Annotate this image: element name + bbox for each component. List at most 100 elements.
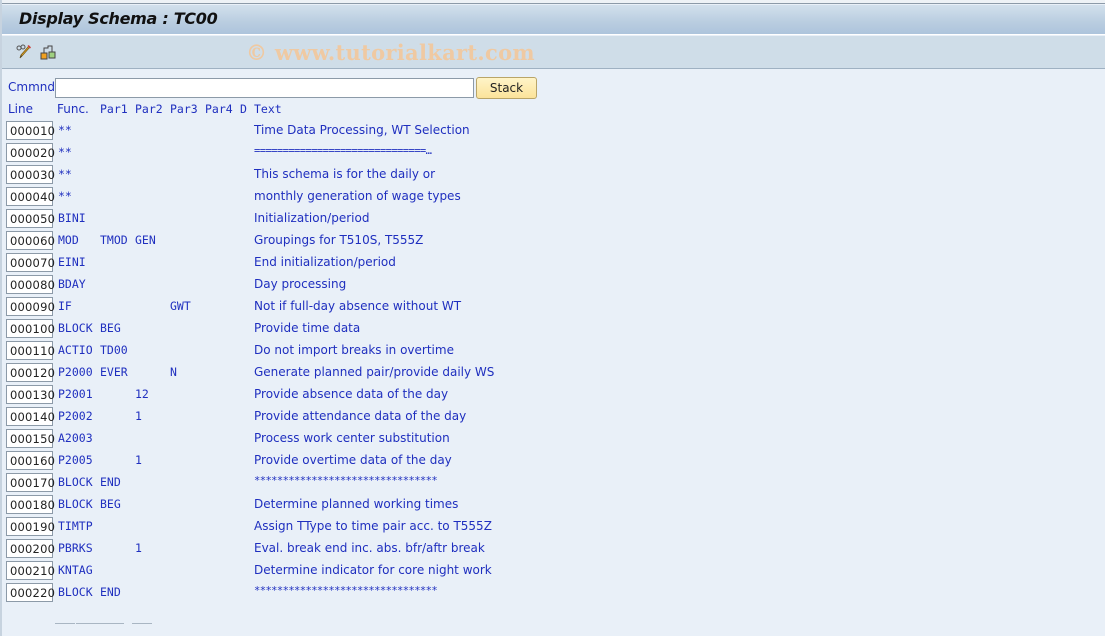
column-header-par2: Par2 xyxy=(135,102,163,116)
command-input[interactable] xyxy=(55,78,474,98)
cell-text: ==============================… xyxy=(254,145,432,157)
column-header-line: Line xyxy=(8,102,34,116)
line-number-field[interactable]: 000190 xyxy=(6,517,55,536)
line-number-field[interactable]: 000090 xyxy=(6,297,55,316)
cell-func: A2003 xyxy=(58,431,93,445)
line-number-field[interactable]: 000100 xyxy=(6,319,55,338)
line-number-field[interactable]: 000160 xyxy=(6,451,55,470)
line-number-field[interactable]: 000010 xyxy=(6,121,55,140)
line-number-field[interactable]: 000130 xyxy=(6,385,55,404)
page-title: Display Schema : TC00 xyxy=(19,9,218,28)
line-number-field[interactable]: 000110 xyxy=(6,341,55,360)
table-row: 000020 ** ==============================… xyxy=(0,143,600,163)
line-number-field[interactable]: 000020 xyxy=(6,143,55,162)
footer-divider xyxy=(76,623,124,624)
table-row: 000100 BLOCK BEG Provide time data xyxy=(0,319,600,339)
table-row: 000200 PBRKS 1 Eval. break end inc. abs. bf… xyxy=(0,539,600,559)
cell-text: Time Data Processing, WT Selection xyxy=(254,123,470,137)
line-number-field[interactable]: 000120 xyxy=(6,363,55,382)
cell-text: Provide overtime data of the day xyxy=(254,453,452,467)
table-row: 000170 BLOCK END **************************… xyxy=(0,473,600,493)
cell-func: EINI xyxy=(58,255,86,269)
table-row: 000070 EINI End initialization/period xyxy=(0,253,600,273)
table-row: 000080 BDAY Day processing xyxy=(0,275,600,295)
line-number-field[interactable]: 000220 xyxy=(6,583,55,602)
table-row: 000030 ** This schema is for the daily or xyxy=(0,165,600,185)
cell-func: BLOCK xyxy=(58,321,93,335)
cell-par1: BEG xyxy=(100,321,121,335)
cell-text: Do not import breaks in overtime xyxy=(254,343,454,357)
table-row: 000040 ** monthly generation of wage types xyxy=(0,187,600,207)
cell-par1: EVER xyxy=(100,365,128,379)
cell-text: ******************************** xyxy=(254,585,438,597)
cell-text: End initialization/period xyxy=(254,255,396,269)
line-number-field[interactable]: 000170 xyxy=(6,473,55,492)
table-row: 000050 BINI Initialization/period xyxy=(0,209,600,229)
cell-text: Groupings for T510S, T555Z xyxy=(254,233,424,247)
cell-func: P2000 xyxy=(58,365,93,379)
cell-par3: GWT xyxy=(170,299,191,313)
cell-text: monthly generation of wage types xyxy=(254,189,461,203)
cell-text: Initialization/period xyxy=(254,211,370,225)
pencil-glasses-icon xyxy=(16,44,32,59)
cell-func: ACTIO xyxy=(58,343,93,357)
column-header-func: Func. xyxy=(57,102,89,116)
window-top-border xyxy=(0,0,1105,4)
cell-text: Provide time data xyxy=(254,321,361,335)
line-number-field[interactable]: 000140 xyxy=(6,407,55,426)
title-bar: Display Schema : TC00 xyxy=(2,5,1105,35)
cell-par1: TMOD xyxy=(100,233,128,247)
cell-text: Determine planned working times xyxy=(254,497,459,511)
application-toolbar xyxy=(2,36,1105,69)
column-header-par1: Par1 xyxy=(100,102,128,116)
cell-func: BDAY xyxy=(58,277,86,291)
line-number-field[interactable]: 000080 xyxy=(6,275,55,294)
cell-text: Provide absence data of the day xyxy=(254,387,449,401)
cell-text: Generate planned pair/provide daily WS xyxy=(254,365,495,379)
cell-func: ** xyxy=(58,145,72,159)
table-row: 000180 BLOCK BEG Determine planned working … xyxy=(0,495,600,515)
cell-text: Provide attendance data of the day xyxy=(254,409,467,423)
column-header-text: Text xyxy=(254,102,282,116)
table-row: 000190 TIMTP Assign TType to time pair acc… xyxy=(0,517,600,537)
cell-text: This schema is for the daily or xyxy=(254,167,436,181)
cell-par2: 1 xyxy=(135,541,142,555)
line-number-field[interactable]: 000030 xyxy=(6,165,55,184)
cell-func: BLOCK xyxy=(58,475,93,489)
table-row: 000140 P2002 1 Provide attendance data of t… xyxy=(0,407,600,427)
cell-func: ** xyxy=(58,167,72,181)
cell-func: PBRKS xyxy=(58,541,93,555)
cell-func: P2001 xyxy=(58,387,93,401)
table-row: 000130 P2001 12 Provide absence data of the… xyxy=(0,385,600,405)
column-header-par4: Par4 xyxy=(205,102,233,116)
cell-par3: N xyxy=(170,365,177,379)
cell-par2: 12 xyxy=(135,387,149,401)
cell-par2: GEN xyxy=(135,233,156,247)
line-number-field[interactable]: 000050 xyxy=(6,209,55,228)
cell-par1: END xyxy=(100,475,121,489)
footer-divider xyxy=(55,623,75,624)
line-number-field[interactable]: 000040 xyxy=(6,187,55,206)
cell-par1: TD00 xyxy=(100,343,128,357)
change-display-button[interactable] xyxy=(14,42,34,62)
table-row: 000220 BLOCK END **************************… xyxy=(0,583,600,603)
line-number-field[interactable]: 000200 xyxy=(6,539,55,558)
cell-func: P2002 xyxy=(58,409,93,423)
line-number-field[interactable]: 000150 xyxy=(6,429,55,448)
line-number-field[interactable]: 000180 xyxy=(6,495,55,514)
line-number-field[interactable]: 000070 xyxy=(6,253,55,272)
cell-func: MOD xyxy=(58,233,79,247)
cell-func: BLOCK xyxy=(58,585,93,599)
cell-func: KNTAG xyxy=(58,563,93,577)
cell-text: Eval. break end inc. abs. bfr/aftr break xyxy=(254,541,485,555)
line-number-field[interactable]: 000060 xyxy=(6,231,55,250)
table-row: 000110 ACTIO TD00 Do not import breaks in o… xyxy=(0,341,600,361)
table-row: 000090 IF GWT Not if full-day absence witho… xyxy=(0,297,600,317)
structure-graphic-button[interactable] xyxy=(38,42,58,62)
table-row: 000010 ** Time Data Processing, WT Selecti… xyxy=(0,121,600,141)
column-header-d: D xyxy=(240,102,247,116)
table-row: 000060 MOD TMOD GEN Groupings for T510S, T55… xyxy=(0,231,600,251)
table-row: 000120 P2000 EVER N Generate planned pair/pr… xyxy=(0,363,600,383)
line-number-field[interactable]: 000210 xyxy=(6,561,55,580)
stack-button[interactable]: Stack xyxy=(476,77,537,99)
